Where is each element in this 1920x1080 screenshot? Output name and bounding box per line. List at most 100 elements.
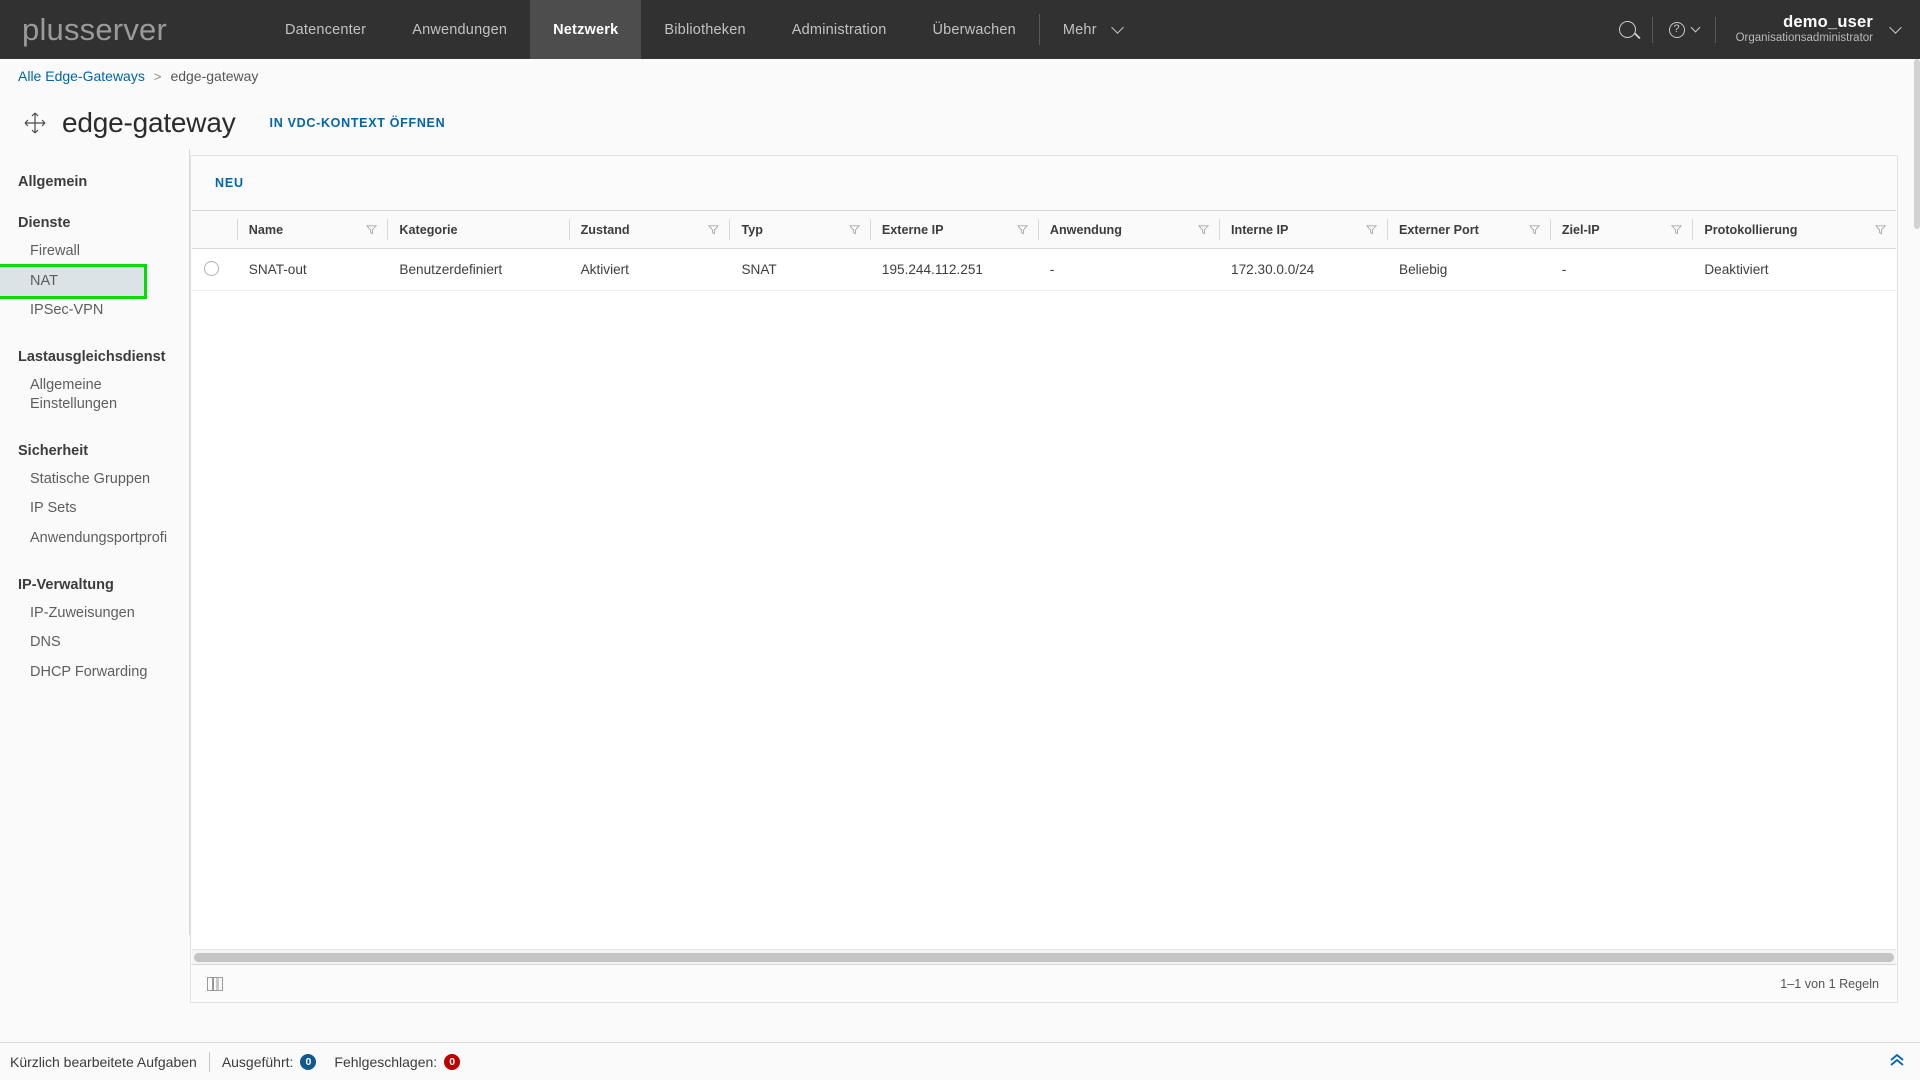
sidebar-item-firewall[interactable]: Firewall (0, 237, 190, 267)
sidebar-item-ipsec-vpn[interactable]: IPSec-VPN (0, 296, 190, 326)
table-row[interactable]: SNAT-out Benutzerdefiniert Aktiviert SNAT 19… (192, 248, 1896, 291)
nav-item-label: Datencenter (285, 21, 367, 38)
sidebar-item-label: Anwendungsportprofi (30, 529, 168, 546)
sidebar-item-dhcp-forwarding[interactable]: DHCP Forwarding (0, 658, 190, 688)
filter-icon[interactable] (848, 224, 861, 235)
row-select-cell[interactable] (192, 248, 237, 291)
nav-item-anwendungen[interactable]: Anwendungen (389, 0, 530, 59)
new-rule-button[interactable]: NEU (215, 176, 244, 190)
horizontal-scrollbar-thumb[interactable] (194, 952, 1894, 962)
sidebar-item-label: Firewall (30, 243, 80, 259)
column-label: Protokollierung (1704, 222, 1798, 237)
table-cell: Deaktiviert (1692, 248, 1896, 291)
table-header-externer-port[interactable]: Externer Port (1387, 211, 1550, 249)
row-count-label: 1–1 von 1 Regeln (1780, 976, 1879, 991)
table-header-anwendung[interactable]: Anwendung (1037, 211, 1220, 249)
sidebar-item-ip-zuweisungen[interactable]: IP-Zuweisungen (0, 599, 190, 629)
page-scrollbar[interactable] (1914, 59, 1920, 1042)
filter-icon[interactable] (366, 224, 378, 235)
sidebar-group-spacer (0, 192, 190, 206)
open-in-vdc-context-link[interactable]: IN VDC-KONTEXT ÖFFNEN (270, 116, 446, 130)
nav-item-administration[interactable]: Administration (769, 0, 910, 59)
nav-item-bibliotheken[interactable]: Bibliotheken (641, 0, 768, 59)
search-button[interactable] (1603, 0, 1652, 59)
sidebar-item-ip-sets[interactable]: IP Sets (0, 494, 190, 524)
filter-icon[interactable] (1671, 224, 1683, 235)
sidebar-item-statische-gruppen[interactable]: Statische Gruppen (0, 465, 190, 495)
double-chevron-up-icon[interactable] (1888, 1052, 1906, 1071)
sidebar-item-nat[interactable]: NAT (0, 266, 144, 297)
user-menu-button[interactable]: demo_user Organisationsadministrator (1716, 13, 1902, 45)
nav-item-label: Netzwerk (553, 21, 619, 38)
column-settings-icon[interactable] (207, 976, 223, 991)
table-empty-space (192, 291, 1896, 949)
help-circle-icon: ? (1668, 21, 1685, 38)
column-label: Externer Port (1399, 222, 1479, 237)
filter-icon[interactable] (708, 224, 720, 235)
column-label: Kategorie (399, 222, 458, 237)
table-cell: - (1037, 248, 1220, 291)
nav-item--berwachen[interactable]: Überwachen (909, 0, 1038, 59)
table-header-protokollierung[interactable]: Protokollierung (1692, 211, 1896, 249)
nav-item-datencenter[interactable]: Datencenter (262, 0, 389, 59)
sidebar-group-allgemein[interactable]: Allgemein (0, 165, 190, 192)
table-header-ziel-ip[interactable]: Ziel-IP (1549, 211, 1693, 249)
failed-tasks-badge: 0 (444, 1053, 461, 1070)
horizontal-scrollbar[interactable] (192, 949, 1896, 964)
filter-icon[interactable] (1365, 224, 1378, 235)
table-cell: SNAT (729, 248, 870, 291)
filter-icon[interactable] (1016, 224, 1028, 235)
edge-gateway-icon (22, 110, 48, 136)
brand-logo[interactable]: plusserver (0, 0, 262, 59)
running-tasks: Ausgeführt: 0 (222, 1053, 317, 1070)
table-header-name[interactable]: Name (236, 211, 388, 249)
top-navigation-bar: plusserver Datencenter Anwendungen Netzwer… (0, 0, 1920, 59)
recent-tasks-label[interactable]: Kürzlich bearbeitete Aufgaben (10, 1054, 197, 1070)
sidebar-item-label: IP-Zuweisungen (30, 604, 135, 621)
breadcrumb-root-link[interactable]: Alle Edge-Gateways (18, 68, 145, 84)
sidebar-item-dns[interactable]: DNS (0, 628, 190, 658)
sidebar-item-label: IPSec-VPN (30, 302, 104, 319)
sidebar-item-label: Allgemeine Einstellungen (30, 376, 118, 413)
chevron-down-icon (1889, 20, 1902, 34)
sidebar-group-dienste: Dienste (18, 215, 71, 231)
nat-rules-table-wrapper: Name Kategorie Zustand Typ Externe IP Anwendu… (192, 210, 1896, 964)
nav-item-label: Überwachen (932, 21, 1016, 38)
sidebar-group-spacer (0, 554, 190, 568)
filter-icon[interactable] (1874, 224, 1887, 235)
column-label: Interne IP (1231, 222, 1289, 237)
brand-logo-text: plusserver (22, 11, 167, 47)
sidebar-item-label: NAT (30, 272, 58, 289)
content-shell: Allgemein Dienste Firewall NAT IPSec-VPN Last… (0, 149, 1920, 1055)
table-footer: 1–1 von 1 Regeln (191, 964, 1897, 1002)
filter-icon[interactable] (1528, 224, 1540, 235)
sidebar-group-sicherheit: Sicherheit (18, 442, 89, 459)
breadcrumb-separator: > (153, 68, 162, 84)
row-radio-button[interactable] (204, 260, 219, 276)
table-header-typ[interactable]: Typ (729, 211, 870, 249)
status-divider (208, 1051, 210, 1072)
user-name: demo_user (1783, 13, 1873, 32)
table-header-interne-ip[interactable]: Interne IP (1219, 211, 1387, 249)
page-scrollbar-thumb[interactable] (1914, 59, 1920, 229)
user-info: demo_user Organisationsadministrator (1736, 13, 1873, 45)
sidebar-item-label: DHCP Forwarding (30, 663, 148, 680)
table-cell: SNAT-out (236, 248, 388, 291)
table-cell: 172.30.0.0/24 (1219, 248, 1387, 291)
column-label: Typ (741, 222, 763, 237)
help-menu-button[interactable]: ? (1653, 0, 1715, 59)
filter-icon[interactable] (1197, 224, 1210, 235)
chevron-down-icon (1110, 20, 1124, 34)
table-header-externe-ip[interactable]: Externe IP (869, 211, 1038, 249)
sidebar-item-anwendungsportprofi[interactable]: Anwendungsportprofi (0, 524, 190, 554)
sidebar-group-lastausgleichsdienst: Lastausgleichsdienst (18, 348, 166, 365)
table-header-kategorie[interactable]: Kategorie (387, 211, 569, 249)
nav-item-netzwerk[interactable]: Netzwerk (530, 0, 642, 59)
sidebar-item-label: DNS (30, 634, 61, 651)
sidebar-highlight-box: NAT (0, 263, 147, 300)
column-label: Ziel-IP (1561, 222, 1600, 237)
nav-item-more[interactable]: Mehr (1040, 0, 1132, 59)
table-header-zustand[interactable]: Zustand (568, 211, 730, 249)
running-tasks-badge: 0 (300, 1053, 317, 1070)
sidebar-item-allgemeine-einstellungen[interactable]: Allgemeine Einstellungen (0, 371, 190, 420)
